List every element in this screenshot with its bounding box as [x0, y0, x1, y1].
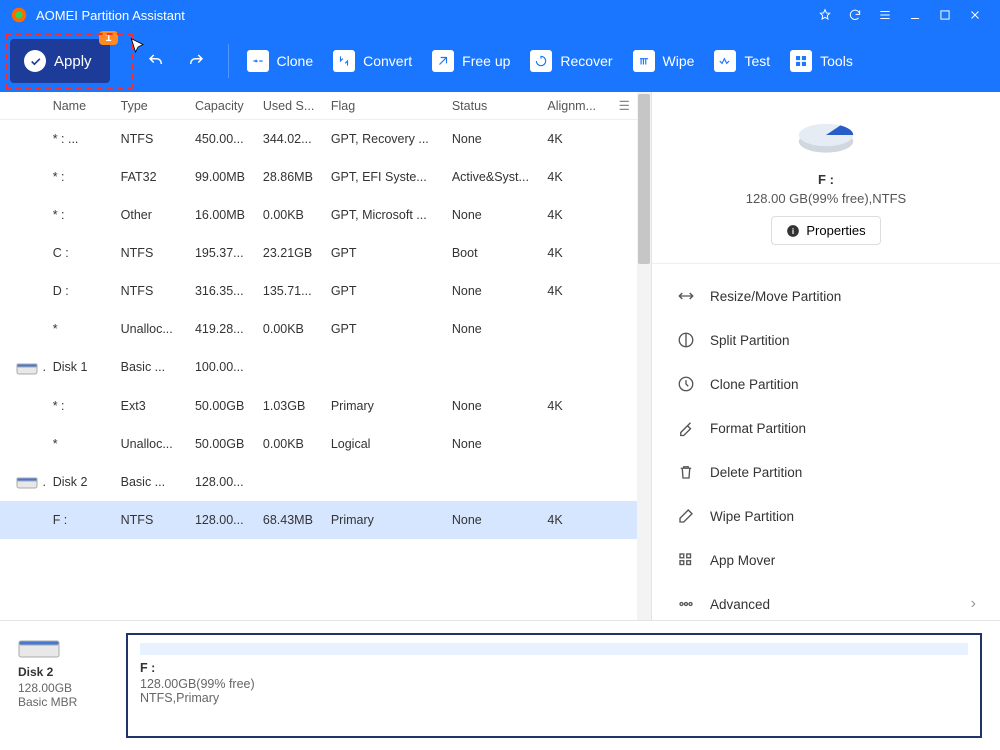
split-icon: [676, 330, 696, 350]
scroll-thumb[interactable]: [638, 94, 650, 264]
freeup-icon: [432, 50, 454, 72]
toolbar: Apply 1 Clone Convert Free up Recover Wi…: [0, 30, 1000, 92]
resize-action[interactable]: Resize/Move Partition: [652, 274, 1000, 318]
maximize-button[interactable]: [930, 0, 960, 30]
drive-letter: F :: [670, 172, 982, 187]
partition-table: Name Type Capacity Used S... Flag Status…: [0, 92, 637, 539]
col-status[interactable]: Status: [446, 92, 542, 120]
action-list: Resize/Move Partition Split Partition Cl…: [652, 264, 1000, 636]
chevron-right-icon: ›: [971, 595, 976, 613]
freeup-button[interactable]: Free up: [422, 44, 520, 78]
col-align[interactable]: Alignm...: [541, 92, 611, 120]
pie-chart-icon: [786, 110, 866, 160]
table-row[interactable]: C :NTFS195.37...23.21GBGPTBoot4K: [0, 234, 637, 272]
scrollbar[interactable]: [637, 92, 651, 620]
col-name[interactable]: Name: [47, 92, 115, 120]
dots-icon: [676, 594, 696, 614]
wipe-action[interactable]: Wipe Partition: [652, 494, 1000, 538]
col-flag[interactable]: Flag: [325, 92, 446, 120]
minimize-button[interactable]: [900, 0, 930, 30]
partition-line1: 128.00GB(99% free): [140, 677, 968, 691]
col-type[interactable]: Type: [115, 92, 189, 120]
split-action[interactable]: Split Partition: [652, 318, 1000, 362]
table-row[interactable]: * :Other16.00MB0.00KBGPT, Microsoft ...N…: [0, 196, 637, 234]
info-icon: i: [786, 224, 800, 238]
table-row[interactable]: F :NTFS128.00...68.43MBPrimaryNone4K: [0, 501, 637, 539]
disk-scheme: Basic MBR: [18, 695, 108, 709]
table-row[interactable]: Disk 2Basic ...128.00...: [0, 463, 637, 502]
col-options-icon[interactable]: ☰: [611, 92, 637, 120]
star-icon[interactable]: [810, 0, 840, 30]
recover-icon: [530, 50, 552, 72]
col-used[interactable]: Used S...: [257, 92, 325, 120]
delete-action[interactable]: Delete Partition: [652, 450, 1000, 494]
clone-action-icon: [676, 374, 696, 394]
close-button[interactable]: [960, 0, 990, 30]
wipe-button[interactable]: Wipe: [623, 44, 705, 78]
clone-action[interactable]: Clone Partition: [652, 362, 1000, 406]
properties-button[interactable]: i Properties: [771, 216, 880, 245]
app-logo-icon: [10, 6, 28, 24]
redo-button[interactable]: [180, 45, 212, 77]
col-capacity[interactable]: Capacity: [189, 92, 257, 120]
disk-visual[interactable]: F : 128.00GB(99% free) NTFS,Primary: [126, 633, 982, 738]
table-row[interactable]: * : ...NTFS450.00...344.02...GPT, Recove…: [0, 120, 637, 159]
trash-icon: [676, 462, 696, 482]
disk-summary: Disk 2 128.00GB Basic MBR: [18, 633, 108, 738]
convert-button[interactable]: Convert: [323, 44, 422, 78]
test-icon: [714, 50, 736, 72]
undo-button[interactable]: [140, 45, 172, 77]
check-icon: [24, 50, 46, 72]
recover-button[interactable]: Recover: [520, 44, 622, 78]
drive-info: 128.00 GB(99% free),NTFS: [670, 191, 982, 206]
partition-line2: NTFS,Primary: [140, 691, 968, 705]
apply-badge: 1: [99, 31, 117, 45]
table-row[interactable]: *Unalloc...419.28...0.00KBGPTNone: [0, 310, 637, 348]
tools-button[interactable]: Tools: [780, 44, 863, 78]
table-row[interactable]: D :NTFS316.35...135.71...GPTNone4K: [0, 272, 637, 310]
table-row[interactable]: *Unalloc...50.00GB0.00KBLogicalNone: [0, 425, 637, 463]
tools-icon: [790, 50, 812, 72]
clone-icon: [247, 50, 269, 72]
disk-name: Disk 2: [18, 665, 108, 679]
appmover-action[interactable]: App Mover: [652, 538, 1000, 582]
svg-text:i: i: [792, 226, 794, 235]
table-row[interactable]: Disk 1Basic ...100.00...: [0, 348, 637, 387]
bottom-panel: Disk 2 128.00GB Basic MBR F : 128.00GB(9…: [0, 620, 1000, 750]
app-title: AOMEI Partition Assistant: [36, 8, 185, 23]
titlebar: AOMEI Partition Assistant: [0, 0, 1000, 30]
partition-name: F :: [140, 661, 968, 675]
apply-button[interactable]: Apply 1: [10, 39, 110, 83]
format-icon: [676, 418, 696, 438]
table-row[interactable]: * :FAT3299.00MB28.86MBGPT, EFI Syste...A…: [0, 158, 637, 196]
usage-bar: [140, 643, 968, 655]
disk-icon: [18, 633, 60, 659]
clone-button[interactable]: Clone: [237, 44, 324, 78]
resize-icon: [676, 286, 696, 306]
table-header: Name Type Capacity Used S... Flag Status…: [0, 92, 637, 120]
grid-icon: [676, 550, 696, 570]
eraser-icon: [676, 506, 696, 526]
partition-summary: F : 128.00 GB(99% free),NTFS i Propertie…: [652, 92, 1000, 264]
convert-icon: [333, 50, 355, 72]
advanced-action[interactable]: Advanced›: [652, 582, 1000, 626]
refresh-icon[interactable]: [840, 0, 870, 30]
apply-label: Apply: [54, 53, 92, 70]
wipe-icon: [633, 50, 655, 72]
menu-icon[interactable]: [870, 0, 900, 30]
format-action[interactable]: Format Partition: [652, 406, 1000, 450]
disk-size: 128.00GB: [18, 681, 108, 695]
test-button[interactable]: Test: [704, 44, 780, 78]
table-row[interactable]: * :Ext350.00GB1.03GBPrimaryNone4K: [0, 387, 637, 425]
